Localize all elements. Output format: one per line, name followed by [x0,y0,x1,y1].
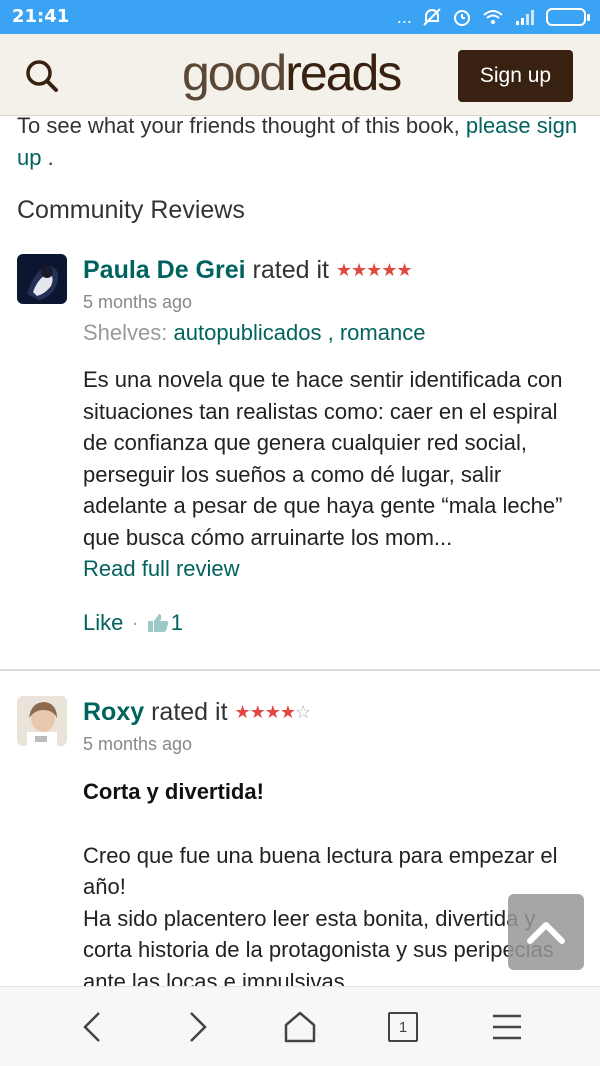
tabs-icon: 1 [388,1012,418,1042]
alarm-icon [454,10,470,26]
stars-empty: ☆ [295,702,311,722]
home-button[interactable] [280,1007,320,1047]
intro-text: To see what your friends thought of this… [17,116,587,174]
shelves-label: Shelves: [83,320,174,345]
tabs-button[interactable]: 1 [383,1007,423,1047]
review-body: Es una novela que te hace sentir identif… [83,367,563,550]
reviewer-line: Roxy rated it ★★★★☆ [83,698,311,727]
mute-icon [423,8,441,26]
back-button[interactable] [73,1007,113,1047]
review-headline: Corta y divertida! [83,779,264,804]
wifi-icon [483,10,503,24]
thumbs-up-icon [147,614,169,632]
chevron-right-icon [190,1012,207,1042]
scroll-to-top-button[interactable] [508,894,584,970]
search-icon [26,60,58,92]
home-icon [284,1011,316,1043]
logo-bold: reads [285,45,402,101]
signal-icon [516,10,534,25]
star-rating: ★★★★★ [335,260,413,280]
like-count-value: 1 [170,610,183,635]
sign-up-button[interactable]: Sign up [458,50,573,102]
review-text: Es una novela que te hace sentir identif… [83,364,583,585]
reviewer-name[interactable]: Paula De Grei [83,256,246,284]
goodreads-logo[interactable]: goodreads [182,44,402,102]
review-divider [0,669,600,671]
rated-it-text: rated it [245,256,336,284]
menu-button[interactable] [487,1007,527,1047]
chevron-up-icon [527,922,565,944]
shelf-link[interactable]: romance [340,320,426,345]
status-icons: ... [396,5,590,29]
like-button[interactable]: Like [83,610,123,636]
status-time: 21:41 [12,6,70,27]
shelf-link[interactable]: autopublicados [174,320,322,345]
avatar[interactable] [17,696,67,746]
like-count[interactable]: 1 [147,610,183,636]
intro-text-body: To see what your friends thought of this… [17,116,466,138]
community-reviews-title: Community Reviews [17,196,245,224]
reviewer-line: Paula De Grei rated it ★★★★★ [83,256,413,285]
browser-bottom-nav: 1 [0,986,600,1066]
review-date[interactable]: 5 months ago [83,292,192,313]
menu-icon [493,1014,521,1040]
more-dots-icon: ... [396,7,412,27]
review-date[interactable]: 5 months ago [83,734,192,755]
reviewer-name[interactable]: Roxy [83,698,144,726]
intro-text-end: . [41,145,54,170]
review-card: Paula De Grei rated it ★★★★★ 5 months ag… [0,254,600,654]
like-separator: · [131,610,139,635]
read-full-review-link[interactable]: Read full review [83,556,240,581]
status-bar: 21:41 ... [0,0,600,34]
like-row: Like · 1 [83,610,183,636]
shelf-separator: , [321,320,340,345]
rated-it-text: rated it [144,698,235,726]
star-rating: ★★★★☆ [234,702,311,722]
app-header: goodreads Sign up [0,34,600,116]
battery-icon [546,8,590,26]
search-button[interactable] [22,56,62,96]
main-content: To see what your friends thought of this… [0,116,600,986]
stars-full: ★★★★ [234,702,296,722]
avatar[interactable] [17,254,67,304]
shelves: Shelves: autopublicados , romance [83,320,425,346]
stars-full: ★★★★★ [335,260,413,280]
tabs-count: 1 [398,1018,408,1036]
logo-light: good [182,45,287,101]
chevron-left-icon [83,1012,100,1042]
forward-button[interactable] [177,1007,217,1047]
